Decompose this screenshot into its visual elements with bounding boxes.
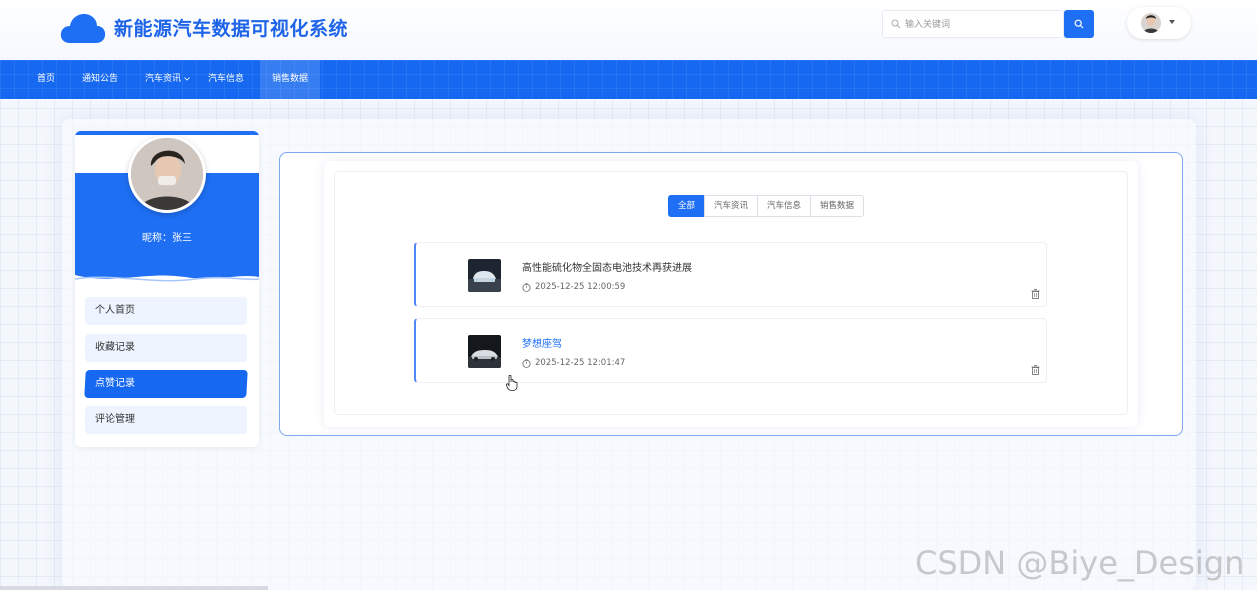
record-title[interactable]: 高性能硫化物全固态电池技术再获进展 (522, 259, 692, 274)
profile-card: 昵称：张三 个人首页 收藏记录 点赞记录 评论管理 (75, 131, 259, 447)
wave-decoration (75, 275, 259, 285)
site-title: 新能源汽车数据可视化系统 (114, 18, 349, 40)
tab-sales-data[interactable]: 销售数据 (810, 195, 865, 217)
nickname-value: 张三 (172, 233, 192, 244)
list-item[interactable]: 梦想座驾 2025-12-25 12:01:47 (414, 318, 1047, 383)
watermark: CSDN @Biye_Design (915, 544, 1245, 582)
nav-item-notices[interactable]: 通知公告 (82, 60, 118, 99)
chevron-down-icon (1169, 20, 1175, 24)
cloud-logo-icon (60, 14, 106, 43)
list-item[interactable]: 高性能硫化物全固态电池技术再获进展 2025-12-25 12:00:59 (414, 242, 1047, 307)
main-nav: 首页 通知公告 汽车资讯 汽车信息 销售数据 (0, 60, 1257, 99)
clock-icon (522, 358, 531, 368)
record-time: 2025-12-25 12:01:47 (522, 358, 625, 368)
user-menu[interactable] (1127, 7, 1191, 39)
scrollbar[interactable] (0, 586, 268, 590)
record-thumbnail (468, 259, 501, 292)
user-avatar (1141, 13, 1161, 33)
nav-item-car-news[interactable]: 汽车资讯 (145, 60, 190, 99)
tab-all[interactable]: 全部 (668, 195, 706, 217)
nav-item-home[interactable]: 首页 (37, 60, 55, 99)
trash-icon[interactable] (1031, 289, 1040, 299)
content-box: 全部 汽车资讯 汽车信息 销售数据 高性能硫化物全固态电池技术再获进展 2025… (279, 152, 1183, 436)
search-button[interactable] (1064, 10, 1094, 38)
trash-icon[interactable] (1031, 365, 1040, 375)
search-icon (891, 19, 901, 29)
record-timestamp: 2025-12-25 12:00:59 (535, 282, 626, 292)
search-icon (1074, 19, 1084, 29)
nickname-label: 昵称： (142, 233, 172, 244)
record-title[interactable]: 梦想座驾 (522, 335, 562, 350)
nav-item-label: 汽车资讯 (145, 74, 182, 84)
hand-cursor-icon (506, 375, 518, 391)
profile-avatar (128, 135, 206, 213)
clock-icon (522, 282, 531, 292)
search-box (882, 10, 1064, 38)
search-input[interactable] (905, 15, 1055, 35)
likes-card: 全部 汽车资讯 汽车信息 销售数据 高性能硫化物全固态电池技术再获进展 2025… (324, 161, 1138, 427)
sidebar-item-profile-home[interactable]: 个人首页 (85, 297, 247, 325)
sidebar-item-favorites[interactable]: 收藏记录 (85, 334, 247, 362)
record-time: 2025-12-25 12:00:59 (522, 282, 625, 292)
nav-item-sales-data[interactable]: 销售数据 (260, 60, 321, 99)
sidebar-item-likes[interactable]: 点赞记录 (84, 370, 248, 398)
tab-car-info[interactable]: 汽车信息 (757, 195, 812, 217)
tab-car-news[interactable]: 汽车资讯 (704, 195, 759, 217)
nav-item-car-info[interactable]: 汽车信息 (208, 60, 244, 99)
sidebar-item-label: 点赞记录 (95, 378, 135, 389)
nickname: 昵称：张三 (75, 229, 259, 244)
record-timestamp: 2025-12-25 12:01:47 (535, 358, 626, 368)
chevron-down-icon (184, 76, 190, 81)
filter-tabs: 全部 汽车资讯 汽车信息 销售数据 (668, 195, 865, 217)
top-header: 新能源汽车数据可视化系统 (0, 0, 1257, 60)
sidebar-item-comments[interactable]: 评论管理 (85, 406, 247, 434)
record-thumbnail (468, 335, 501, 368)
